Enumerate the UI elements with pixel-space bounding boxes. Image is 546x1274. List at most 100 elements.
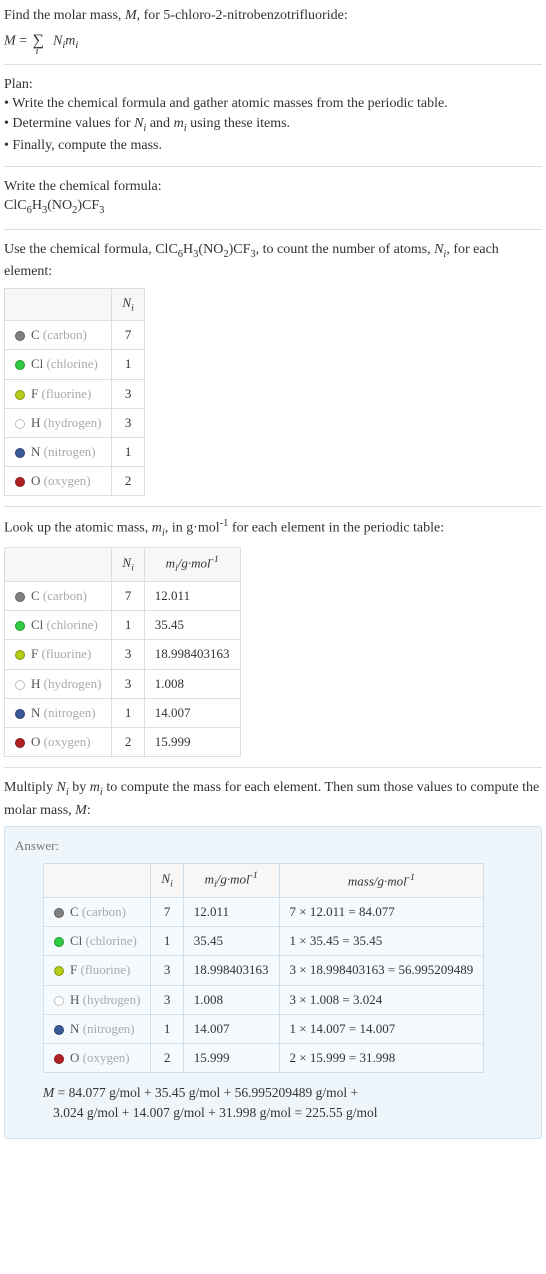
sigma-icon: ∑i xyxy=(33,30,44,52)
mass-cell: 1 × 35.45 = 35.45 xyxy=(279,927,484,956)
element-symbol: H xyxy=(70,992,79,1007)
table-row: F (fluorine)3 xyxy=(5,379,145,408)
element-dot-icon xyxy=(15,331,25,341)
element-symbol: O xyxy=(70,1050,79,1065)
element-name: (oxygen) xyxy=(44,734,91,749)
divider xyxy=(4,229,542,230)
element-symbol: C xyxy=(31,588,40,603)
table-row: C (carbon)7 xyxy=(5,321,145,350)
element-cell: C (carbon) xyxy=(5,321,112,350)
table-row: O (oxygen)215.9992 × 15.999 = 31.998 xyxy=(44,1043,484,1072)
divider xyxy=(4,506,542,507)
element-name: (oxygen) xyxy=(44,473,91,488)
table-row: C (carbon)712.0117 × 12.011 = 84.077 xyxy=(44,897,484,926)
element-name: (nitrogen) xyxy=(44,444,96,459)
ni-cell: 3 xyxy=(112,669,144,698)
mi-cell: 35.45 xyxy=(144,611,240,640)
element-cell: Cl (chlorine) xyxy=(44,927,151,956)
table-row: H (hydrogen)31.008 xyxy=(5,669,241,698)
element-symbol: Cl xyxy=(70,933,82,948)
element-cell: F (fluorine) xyxy=(5,640,112,669)
plan-item: • Determine values for Ni and mi using t… xyxy=(4,114,542,136)
ni-cell: 1 xyxy=(112,350,144,379)
element-dot-icon xyxy=(54,908,64,918)
ni-cell: 1 xyxy=(112,437,144,466)
element-dot-icon xyxy=(15,360,25,370)
element-cell: F (fluorine) xyxy=(5,379,112,408)
table-row: H (hydrogen)3 xyxy=(5,408,145,437)
answer-box: Answer: Ni mi/g·mol-1 mass/g·mol-1 C (ca… xyxy=(4,826,542,1138)
element-name: (fluorine) xyxy=(41,646,91,661)
mi-cell: 15.999 xyxy=(183,1043,279,1072)
element-cell: N (nitrogen) xyxy=(5,698,112,727)
element-cell: N (nitrogen) xyxy=(5,437,112,466)
element-symbol: F xyxy=(31,386,38,401)
intro-line: Find the molar mass, M, for 5‑chloro‑2‑n… xyxy=(4,6,542,26)
table-row: O (oxygen)2 xyxy=(5,467,145,496)
table-header-row: Ni xyxy=(5,288,145,320)
element-cell: Cl (chlorine) xyxy=(5,611,112,640)
ni-cell: 1 xyxy=(112,611,144,640)
mi-cell: 15.999 xyxy=(144,727,240,756)
table-row: C (carbon)712.011 xyxy=(5,581,241,610)
count-atoms-text: Use the chemical formula, ClC6H3(NO2)CF3… xyxy=(4,240,542,282)
mi-cell: 1.008 xyxy=(144,669,240,698)
element-symbol: C xyxy=(31,327,40,342)
element-cell: F (fluorine) xyxy=(44,956,151,985)
element-name: (nitrogen) xyxy=(83,1021,135,1036)
element-cell: O (oxygen) xyxy=(44,1043,151,1072)
final-equation: M = 84.077 g/mol + 35.45 g/mol + 56.9952… xyxy=(43,1083,531,1124)
table-row: N (nitrogen)1 xyxy=(5,437,145,466)
element-name: (hydrogen) xyxy=(83,992,141,1007)
divider xyxy=(4,166,542,167)
mi-cell: 18.998403163 xyxy=(183,956,279,985)
element-name: (fluorine) xyxy=(41,386,91,401)
answer-label: Answer: xyxy=(15,837,531,855)
col-ni: Ni xyxy=(151,864,183,898)
ni-cell: 2 xyxy=(112,727,144,756)
ni-cell: 3 xyxy=(112,379,144,408)
multiply-block: Multiply Ni by mi to compute the mass fo… xyxy=(4,778,542,1138)
element-dot-icon xyxy=(15,448,25,458)
count-table: Ni C (carbon)7Cl (chlorine)1F (fluorine)… xyxy=(4,288,145,496)
col-element xyxy=(5,548,112,582)
element-dot-icon xyxy=(15,650,25,660)
lookup-block: Look up the atomic mass, mi, in g·mol-1 … xyxy=(4,517,542,757)
element-name: (hydrogen) xyxy=(44,415,102,430)
plan-title: Plan: xyxy=(4,75,542,95)
write-formula-block: Write the chemical formula: ClC6H3(NO2)C… xyxy=(4,177,542,219)
intro-block: Find the molar mass, M, for 5‑chloro‑2‑n… xyxy=(4,6,542,54)
ni-cell: 1 xyxy=(151,1014,183,1043)
element-name: (chlorine) xyxy=(47,356,98,371)
element-dot-icon xyxy=(15,680,25,690)
element-cell: C (carbon) xyxy=(5,581,112,610)
mass-cell: 7 × 12.011 = 84.077 xyxy=(279,897,484,926)
col-ni: Ni xyxy=(112,548,144,582)
table-header-row: Ni mi/g·mol-1 xyxy=(5,548,241,582)
count-text-a: Use the chemical formula, xyxy=(4,242,155,257)
element-name: (nitrogen) xyxy=(44,705,96,720)
table-row: F (fluorine)318.9984031633 × 18.99840316… xyxy=(44,956,484,985)
write-formula-text: Write the chemical formula: xyxy=(4,177,542,197)
element-cell: Cl (chlorine) xyxy=(5,350,112,379)
plan-item: • Finally, compute the mass. xyxy=(4,136,542,156)
ni-cell: 3 xyxy=(151,985,183,1014)
element-symbol: O xyxy=(31,473,40,488)
table-row: N (nitrogen)114.007 xyxy=(5,698,241,727)
mass-cell: 3 × 18.998403163 = 56.995209489 xyxy=(279,956,484,985)
element-cell: N (nitrogen) xyxy=(44,1014,151,1043)
element-cell: H (hydrogen) xyxy=(5,408,112,437)
element-symbol: O xyxy=(31,734,40,749)
element-dot-icon xyxy=(54,966,64,976)
intro-equation: M = ∑i Nimi xyxy=(4,30,542,54)
ni-cell: 1 xyxy=(151,927,183,956)
element-dot-icon xyxy=(15,709,25,719)
lookup-table: Ni mi/g·mol-1 C (carbon)712.011Cl (chlor… xyxy=(4,547,241,757)
element-cell: O (oxygen) xyxy=(5,467,112,496)
ni-cell: 7 xyxy=(112,581,144,610)
element-symbol: C xyxy=(70,904,79,919)
element-dot-icon xyxy=(15,477,25,487)
table-row: Cl (chlorine)135.45 xyxy=(5,611,241,640)
table-header-row: Ni mi/g·mol-1 mass/g·mol-1 xyxy=(44,864,484,898)
table-row: N (nitrogen)114.0071 × 14.007 = 14.007 xyxy=(44,1014,484,1043)
